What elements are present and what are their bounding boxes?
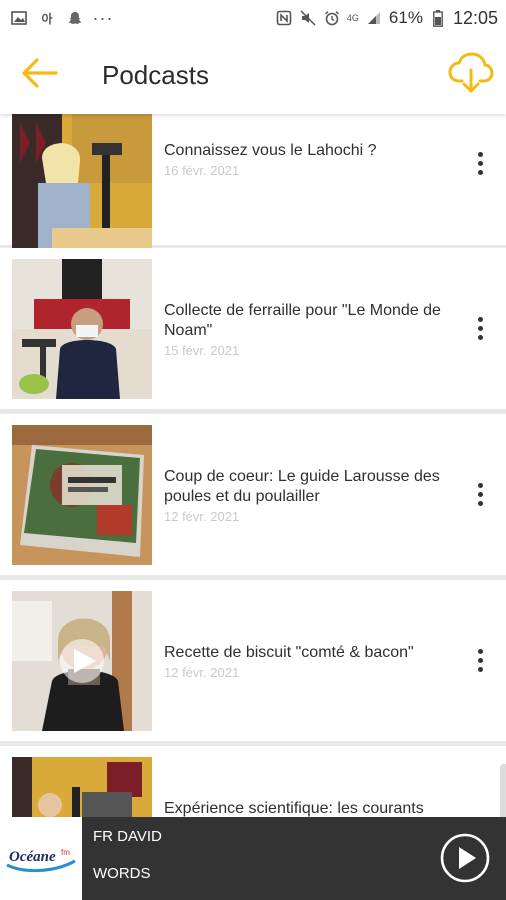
dot [477,169,483,175]
nfc-icon [275,10,293,26]
dot [477,666,483,672]
page-title: Podcasts [102,59,209,90]
list-item[interactable]: Collecte de ferraille pour "Le Monde de … [0,248,506,409]
signal-icon [365,10,383,26]
podcast-title: Coup de coeur: Le guide Larousse des pou… [164,468,440,505]
podcast-date: 12 févr. 2021 [164,665,240,680]
dot [477,334,483,340]
messenger-icon: 아 [41,11,53,26]
more-options-button[interactable] [468,642,492,678]
dot [477,160,483,166]
dot [477,648,483,654]
dot [477,151,483,157]
podcast-thumbnail [12,757,152,817]
download-button[interactable] [436,36,506,114]
svg-text:Océane: Océane [9,849,56,865]
station-logo: Océane fm [0,817,82,900]
dot [477,482,483,488]
gallery-icon [10,10,28,26]
more-options-button[interactable] [468,476,492,512]
network-type-label: 4G [346,13,359,23]
mute-icon [299,10,317,26]
play-icon [440,833,490,887]
mini-player[interactable]: Océane fm FR DAVID WORDS [0,817,506,900]
podcast-text: Coup de coeur: Le guide Larousse des pou… [164,467,454,524]
podcast-title: Expérience scientifique: les courants [164,800,424,817]
dot [477,325,483,331]
dot [477,316,483,322]
podcast-date: 15 févr. 2021 [164,343,240,358]
cloud-download-icon [448,51,494,100]
more-options-button[interactable] [468,310,492,346]
dot [477,500,483,506]
now-playing-track: WORDS [93,865,151,882]
podcast-thumbnail [12,114,152,253]
podcast-title: Collecte de ferraille pour "Le Monde de … [164,302,441,339]
alarm-icon [323,10,341,26]
app-bar: Podcasts [0,36,506,114]
list-item[interactable]: Connaissez vous le Lahochi ? 16 févr. 20… [0,114,506,253]
podcast-date: 12 févr. 2021 [164,509,240,524]
scrollbar[interactable] [500,764,506,817]
podcast-title: Recette de biscuit "comté & bacon" [164,644,414,661]
podcast-date: 16 févr. 2021 [164,163,240,178]
svg-text:fm: fm [61,848,70,857]
podcast-thumbnail [12,591,152,731]
dot [477,491,483,497]
podcast-thumbnail [12,425,152,565]
dot [477,657,483,663]
now-playing-artist: FR DAVID [93,828,162,845]
podcast-text: Recette de biscuit "comté & bacon" 12 fé… [164,643,454,680]
list-item[interactable]: Coup de coeur: Le guide Larousse des pou… [0,414,506,575]
podcast-text: Collecte de ferraille pour "Le Monde de … [164,301,454,358]
status-bar: 아 ··· 4G 61% 12:05 [0,0,506,36]
play-button[interactable] [440,833,490,883]
arrow-left-icon [22,57,58,93]
more-options-button[interactable] [468,145,492,181]
podcast-title: Connaissez vous le Lahochi ? [164,142,377,159]
list-item[interactable]: Recette de biscuit "comté & bacon" 12 fé… [0,580,506,741]
clock: 12:05 [452,7,498,28]
podcast-text: Expérience scientifique: les courants [164,799,454,817]
more-notifications-icon: ··· [92,7,114,28]
podcast-text: Connaissez vous le Lahochi ? 16 févr. 20… [164,141,454,178]
back-button[interactable] [0,36,80,114]
battery-icon [429,9,447,27]
battery-percent: 61% [388,8,423,27]
list-item[interactable]: Expérience scientifique: les courants [0,746,506,817]
snapchat-icon [66,10,84,26]
podcast-list[interactable]: Connaissez vous le Lahochi ? 16 févr. 20… [0,114,506,817]
podcast-thumbnail [12,259,152,399]
